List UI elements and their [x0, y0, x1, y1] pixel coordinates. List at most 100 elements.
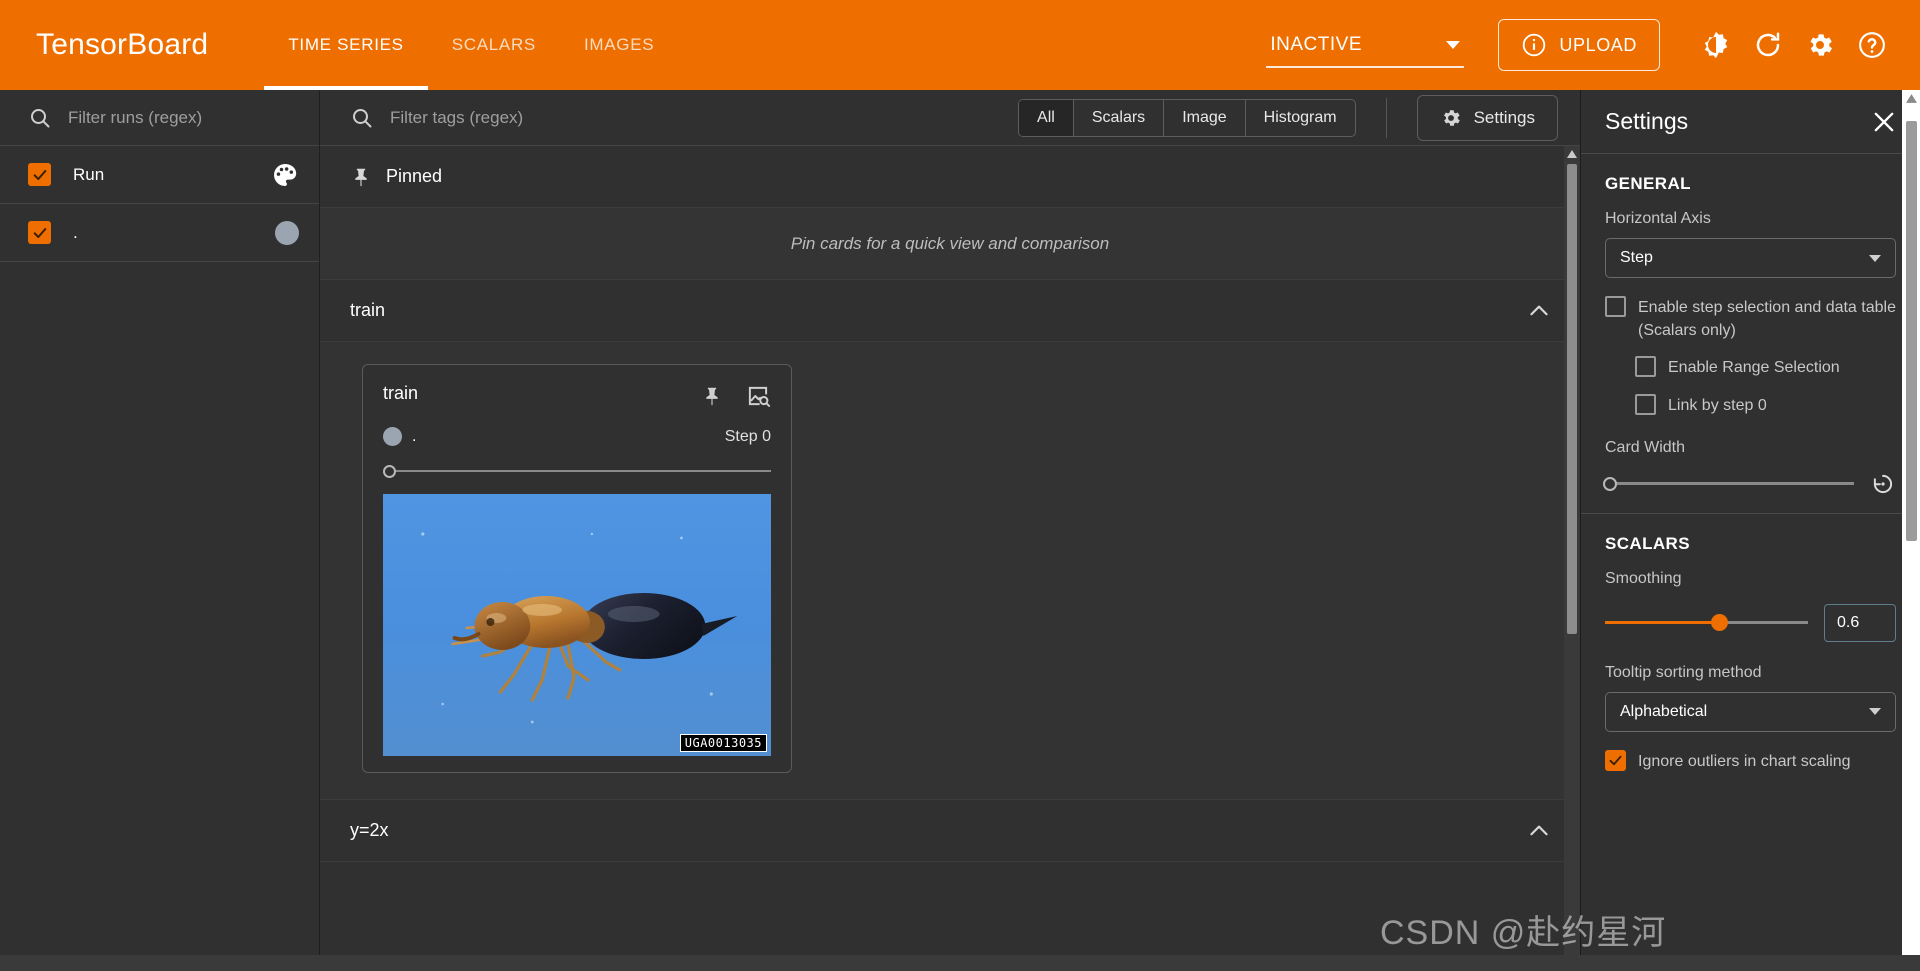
chevron-down-icon — [1869, 708, 1881, 716]
smoothing-label: Smoothing — [1605, 569, 1682, 587]
tag-toolbar: Filter tags (regex) All Scalars Image Hi… — [320, 90, 1580, 146]
cards-scroll-area: Pinned Pin cards for a quick view and co… — [320, 146, 1580, 971]
main-nav-tabs: TIME SERIES SCALARS IMAGES — [264, 0, 678, 90]
help-button[interactable] — [1846, 19, 1898, 71]
pin-icon[interactable] — [701, 385, 723, 407]
refresh-icon — [1753, 30, 1783, 60]
scroll-up-icon[interactable] — [1564, 146, 1580, 162]
info-icon — [1521, 32, 1547, 58]
pinned-section-header[interactable]: Pinned — [320, 146, 1580, 208]
runs-filter-field[interactable]: Filter runs (regex) — [0, 90, 319, 146]
link-by-step-label: Link by step 0 — [1668, 396, 1767, 414]
link-by-step-checkbox[interactable] — [1635, 393, 1656, 415]
main-content: Filter tags (regex) All Scalars Image Hi… — [320, 90, 1580, 971]
smoothing-row: 0.6 — [1605, 603, 1896, 642]
card-header: train — [383, 383, 771, 409]
step-slider-thumb[interactable] — [383, 464, 396, 478]
upload-button[interactable]: UPLOAD — [1498, 19, 1660, 71]
group-header-train[interactable]: train — [320, 280, 1580, 342]
enable-step-selection-checkbox-row[interactable]: Enable step selection and data table (Sc… — [1605, 296, 1896, 342]
card-width-slider-thumb[interactable] — [1603, 476, 1617, 491]
run-color-control[interactable] — [271, 161, 299, 189]
card-image: UGA0013035 — [383, 494, 771, 756]
runs-filter-placeholder: Filter runs (regex) — [68, 107, 203, 127]
plugin-filter-group: All Scalars Image Histogram — [1018, 98, 1356, 137]
settings-scrollbar-thumb[interactable] — [1905, 121, 1917, 541]
card-width-slider[interactable] — [1603, 476, 1854, 491]
chevron-up-icon[interactable] — [1526, 298, 1552, 324]
color-dot-icon — [383, 427, 402, 446]
run-label: . — [73, 222, 78, 242]
tab-time-series[interactable]: TIME SERIES — [264, 0, 429, 90]
smoothing-slider[interactable] — [1605, 614, 1808, 632]
settings-panel-body: GENERAL Horizontal Axis Step Enable step… — [1581, 154, 1920, 971]
search-icon — [350, 106, 374, 130]
refresh-button[interactable] — [1742, 19, 1794, 71]
settings-scrollbar[interactable] — [1902, 90, 1920, 971]
app-body: Filter runs (regex) Run . Filter tags (r… — [0, 90, 1920, 971]
filter-all[interactable]: All — [1019, 99, 1074, 136]
sidebar-run-row-run[interactable]: Run — [0, 146, 319, 204]
color-dot-icon — [275, 220, 299, 245]
run-status-value: INACTIVE — [1270, 34, 1362, 55]
reset-icon[interactable] — [1870, 471, 1896, 497]
card-run-name: . — [412, 427, 417, 445]
smoothing-slider-thumb[interactable] — [1710, 614, 1728, 632]
enable-range-selection-checkbox-row[interactable]: Enable Range Selection — [1635, 356, 1896, 379]
group-title: y=2x — [350, 820, 389, 840]
filter-scalars[interactable]: Scalars — [1074, 99, 1165, 136]
card-width-label: Card Width — [1605, 438, 1686, 456]
settings-panel-title: Settings — [1605, 108, 1689, 134]
close-icon[interactable] — [1870, 108, 1898, 136]
scroll-up-icon[interactable] — [1905, 94, 1917, 103]
enable-range-selection-checkbox[interactable] — [1635, 356, 1656, 378]
ignore-outliers-label: Ignore outliers in chart scaling — [1638, 752, 1851, 770]
tooltip-sorting-value: Alphabetical — [1620, 702, 1708, 720]
filter-image[interactable]: Image — [1164, 99, 1246, 136]
search-icon — [28, 106, 52, 130]
scrollbar-thumb[interactable] — [1567, 164, 1577, 634]
card-run-row: . Step 0 — [383, 427, 771, 446]
content-scrollbar[interactable] — [1564, 146, 1580, 971]
help-icon — [1857, 30, 1887, 60]
enable-step-selection-checkbox[interactable] — [1605, 296, 1626, 317]
ignore-outliers-checkbox[interactable] — [1605, 749, 1626, 771]
run-checkbox[interactable] — [28, 163, 51, 186]
horizontal-axis-value: Step — [1620, 249, 1653, 266]
settings-gear-button[interactable] — [1794, 19, 1846, 71]
image-watermark: UGA0013035 — [679, 734, 767, 752]
settings-panel-header: Settings — [1581, 90, 1920, 154]
smoothing-value-input[interactable]: 0.6 — [1824, 603, 1896, 642]
tags-filter-placeholder[interactable]: Filter tags (regex) — [390, 108, 523, 128]
run-color-swatch[interactable] — [275, 220, 299, 245]
run-status-dropdown[interactable]: INACTIVE — [1266, 34, 1465, 68]
brightness-toggle-button[interactable] — [1690, 19, 1742, 71]
horizontal-axis-select[interactable]: Step — [1605, 238, 1896, 278]
smoothing-slider-fill — [1605, 621, 1717, 625]
tab-images[interactable]: IMAGES — [560, 0, 678, 90]
bottom-scrollbar[interactable] — [0, 955, 1920, 971]
app-header: TensorBoard TIME SERIES SCALARS IMAGES I… — [0, 0, 1920, 90]
filter-histogram[interactable]: Histogram — [1246, 100, 1355, 136]
card-width-slider-row — [1603, 471, 1896, 497]
tooltip-sorting-select[interactable]: Alphabetical — [1605, 691, 1896, 732]
chevron-down-icon — [1446, 41, 1461, 49]
enable-range-selection-label: Enable Range Selection — [1668, 359, 1840, 377]
step-slider[interactable] — [383, 464, 771, 478]
ignore-outliers-checkbox-row[interactable]: Ignore outliers in chart scaling — [1605, 749, 1896, 773]
pinned-empty-message: Pin cards for a quick view and compariso… — [320, 208, 1580, 280]
settings-toggle-button[interactable]: Settings — [1416, 94, 1558, 141]
image-search-icon[interactable] — [745, 383, 771, 409]
link-by-step-checkbox-row[interactable]: Link by step 0 — [1635, 393, 1896, 417]
chevron-up-icon[interactable] — [1526, 818, 1552, 844]
group-header-y2x[interactable]: y=2x — [320, 800, 1580, 862]
scalars-heading: SCALARS — [1605, 533, 1690, 553]
sidebar-run-row-dot[interactable]: . — [0, 204, 319, 262]
brightness-icon — [1701, 30, 1731, 60]
run-checkbox[interactable] — [28, 221, 51, 244]
app-brand: TensorBoard — [36, 28, 209, 61]
group-title: train — [350, 300, 386, 320]
chevron-down-icon — [1869, 254, 1881, 262]
tab-scalars[interactable]: SCALARS — [428, 0, 560, 90]
card-grid: train . Step 0 UGA0013035 — [320, 342, 1580, 800]
